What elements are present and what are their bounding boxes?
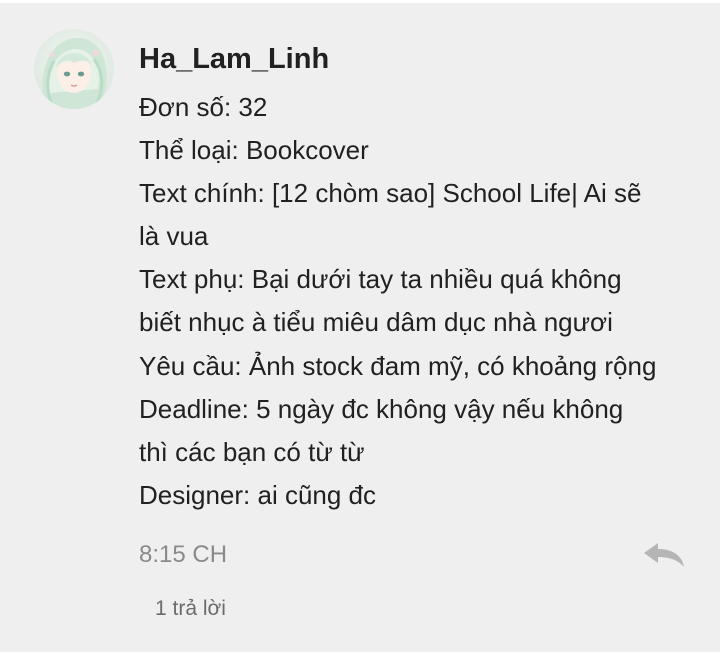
avatar[interactable] <box>34 29 114 109</box>
comment-line: Đơn số: 32 <box>139 92 268 122</box>
comment-body: Đơn số: 32 Thể loại: Bookcover Text chín… <box>139 86 709 517</box>
comment-author[interactable]: Ha_Lam_Linh <box>139 41 329 77</box>
comment-line: thì các bạn có từ từ <box>139 436 365 467</box>
comment-line: Deadline: 5 ngày đc không vậy nếu không <box>139 393 624 424</box>
comment-line: Designer: ai cũng đc <box>139 479 377 510</box>
comment-timestamp: 8:15 CH <box>139 541 228 568</box>
replies-link[interactable]: 1 trả lời <box>155 595 226 623</box>
comment-line: là vua <box>139 221 209 252</box>
comment-line: Text chính: [12 chòm sao] School Life| A… <box>139 178 642 209</box>
comment-line: biết nhục à tiểu miêu dâm dục nhà ngươi <box>139 307 613 338</box>
comment-line: Thể loại: Bookcover <box>139 135 369 166</box>
avatar-image <box>34 29 114 109</box>
reply-arrow-icon[interactable] <box>640 539 688 573</box>
comment-line: Yêu cầu: Ảnh stock đam mỹ, có khoảng rộn… <box>139 350 657 381</box>
comment-line: Text phụ: Bại dưới tay ta nhiều quá khôn… <box>139 264 622 295</box>
comment-card: Ha_Lam_Linh Đơn số: 32 Thể loại: Bookcov… <box>0 3 720 652</box>
